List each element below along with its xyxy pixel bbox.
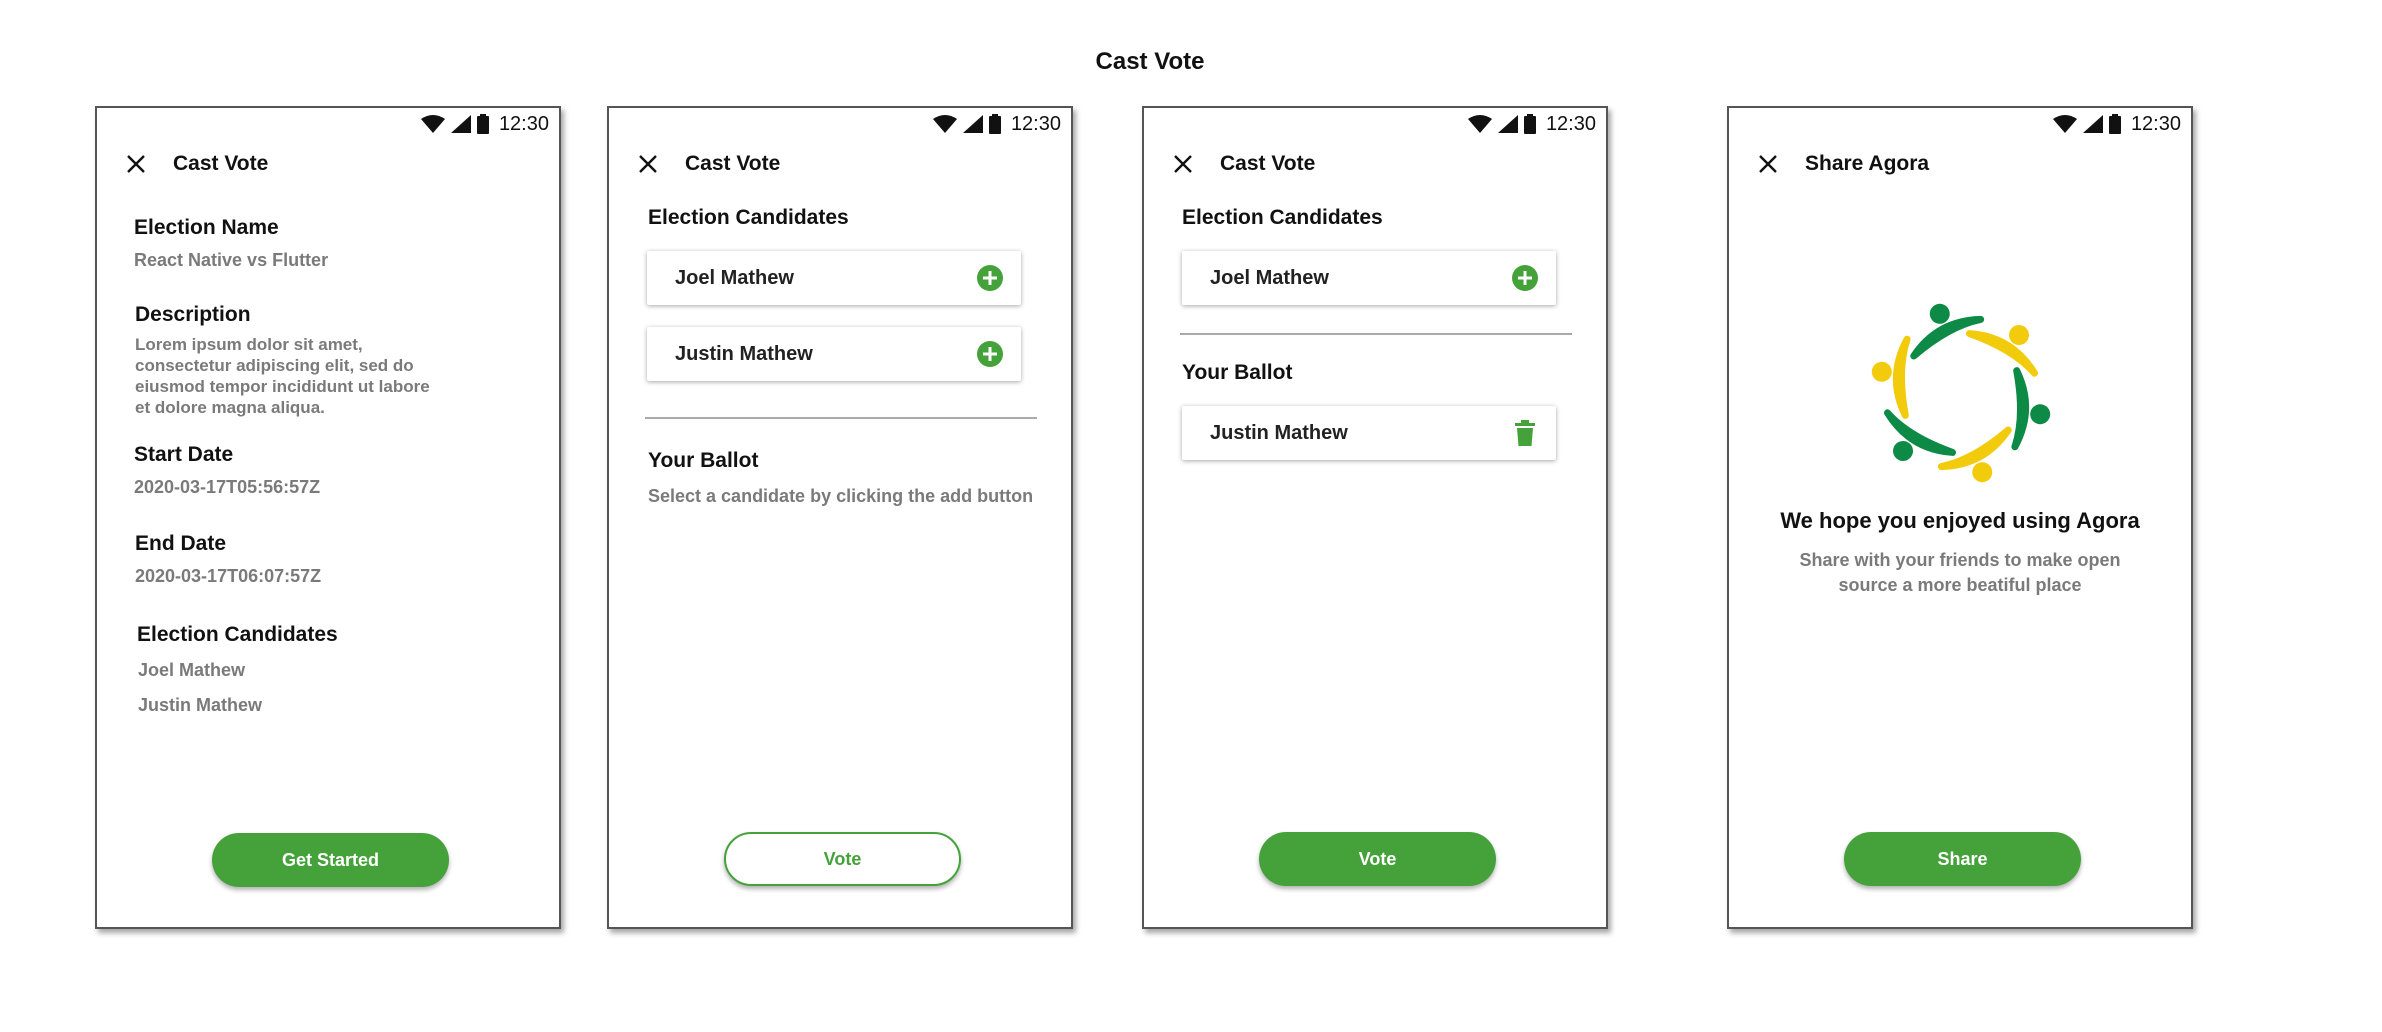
candidates-label: Election Candidates (1182, 206, 1383, 229)
signal-icon (962, 115, 983, 133)
ballot-hint: Select a candidate by clicking the add b… (648, 486, 1034, 506)
election-name-label: Election Name (134, 216, 279, 239)
start-date-value: 2020-03-17T05:56:57Z (134, 477, 321, 497)
share-heading: We hope you enjoyed using Agora (1780, 508, 2140, 533)
battery-icon (988, 114, 1001, 134)
status-time: 12:30 (498, 112, 549, 135)
phone-screen-share: 12:30 Share Agora We hope you enjoyed us… (1727, 106, 2193, 929)
share-subtext-line: Share with your friends to make open (1799, 550, 2121, 570)
wifi-icon (2052, 115, 2077, 133)
wifi-icon (1467, 115, 1492, 133)
ballot-label: Your Ballot (1182, 361, 1293, 384)
add-circle-icon[interactable] (977, 265, 1003, 291)
trash-icon[interactable] (1512, 420, 1538, 446)
ballot-card: Justin Mathew (1182, 406, 1556, 460)
close-icon[interactable] (1755, 151, 1781, 177)
candidate-item: Joel Mathew (138, 660, 246, 680)
close-icon[interactable] (635, 151, 661, 177)
get-started-button[interactable]: Get Started (212, 833, 449, 887)
start-date-label: Start Date (134, 443, 234, 466)
vote-button[interactable]: Vote (724, 832, 961, 886)
status-time: 12:30 (1010, 112, 1061, 135)
app-bar: Share Agora (1755, 146, 1929, 182)
candidates-label: Election Candidates (137, 623, 338, 646)
description-line: eiusmod tempor incididunt ut labore (135, 377, 430, 396)
election-name-value: React Native vs Flutter (134, 250, 329, 270)
appbar-title: Share Agora (1805, 152, 1930, 175)
page-title: Cast Vote (1095, 48, 1205, 75)
status-bar: 12:30 (2052, 112, 2181, 136)
phone-screen-details: 12:30 Cast Vote Election Name React Nati… (95, 106, 561, 929)
status-time: 12:30 (1545, 112, 1596, 135)
share-subtext: Share with your friends to make open sou… (1789, 548, 2131, 598)
end-date-label: End Date (135, 532, 227, 555)
wifi-icon (420, 115, 445, 133)
candidate-name: Joel Mathew (1210, 266, 1329, 289)
description-label: Description (135, 303, 251, 326)
status-time: 12:30 (2130, 112, 2181, 135)
candidate-item: Justin Mathew (138, 695, 263, 715)
appbar-title: Cast Vote (173, 152, 269, 175)
status-bar: 12:30 (420, 112, 549, 136)
description-line: Lorem ipsum dolor sit amet, (135, 335, 363, 354)
share-subtext-line: source a more beatiful place (1838, 575, 2082, 595)
signal-icon (1497, 115, 1518, 133)
battery-icon (1523, 114, 1536, 134)
divider (1180, 333, 1572, 335)
battery-icon (476, 114, 489, 134)
signal-icon (2082, 115, 2103, 133)
end-date-value: 2020-03-17T06:07:57Z (135, 566, 322, 586)
candidate-card: Joel Mathew (647, 251, 1021, 305)
close-icon[interactable] (123, 151, 149, 177)
status-bar: 12:30 (1467, 112, 1596, 136)
candidate-name: Justin Mathew (675, 342, 813, 365)
phone-screen-ballot: 12:30 Cast Vote Election Candidates Joel… (1142, 106, 1608, 929)
app-bar: Cast Vote (123, 146, 268, 182)
phone-screen-select: 12:30 Cast Vote Election Candidates Joel… (607, 106, 1073, 929)
app-bar: Cast Vote (635, 146, 780, 182)
appbar-title: Cast Vote (1220, 152, 1316, 175)
agora-logo (1871, 303, 2051, 483)
close-icon[interactable] (1170, 151, 1196, 177)
vote-button[interactable]: Vote (1259, 832, 1496, 886)
app-bar: Cast Vote (1170, 146, 1315, 182)
ballot-label: Your Ballot (648, 449, 759, 472)
appbar-title: Cast Vote (685, 152, 781, 175)
divider (645, 417, 1037, 419)
description-line: consectetur adipiscing elit, sed do (135, 356, 414, 375)
candidate-name: Joel Mathew (675, 266, 794, 289)
status-bar: 12:30 (932, 112, 1061, 136)
candidates-label: Election Candidates (648, 206, 849, 229)
candidate-card: Justin Mathew (647, 327, 1021, 381)
candidate-card: Joel Mathew (1182, 251, 1556, 305)
description-line: et dolore magna aliqua. (135, 398, 325, 417)
signal-icon (450, 115, 471, 133)
wifi-icon (932, 115, 957, 133)
battery-icon (2108, 114, 2121, 134)
description-text: Lorem ipsum dolor sit amet, consectetur … (135, 334, 455, 418)
ballot-candidate-name: Justin Mathew (1210, 421, 1348, 444)
add-circle-icon[interactable] (1512, 265, 1538, 291)
add-circle-icon[interactable] (977, 341, 1003, 367)
share-button[interactable]: Share (1844, 832, 2081, 886)
